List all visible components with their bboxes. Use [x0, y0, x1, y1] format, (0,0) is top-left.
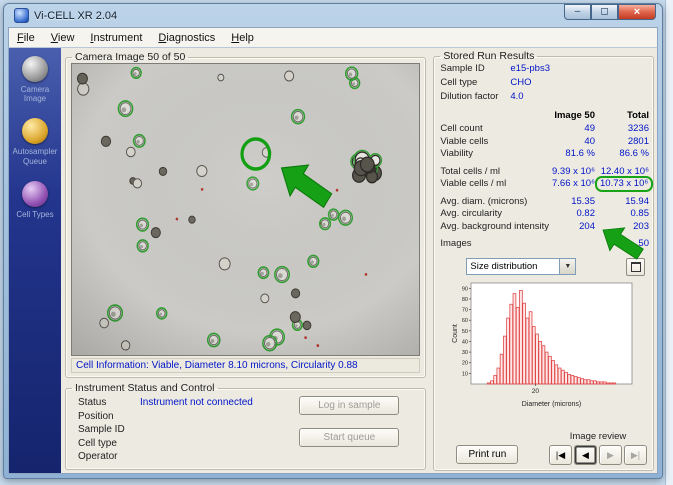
- svg-text:50: 50: [462, 328, 468, 334]
- column-header-total: Total: [595, 109, 649, 123]
- page-edge-strip: [665, 0, 673, 485]
- desktop: Vi-CELL XR 2.04 – ◻ × File View Instrume…: [0, 0, 673, 485]
- row-viable-cells-ml: Viable cells / ml 7.66 x 10⁶ 10.73 x 10⁶: [440, 178, 649, 191]
- sidebar-item-label: Cell Types: [16, 210, 53, 219]
- sidebar-item-label: Camera Image: [11, 85, 59, 103]
- menu-item-help[interactable]: Help: [223, 30, 262, 46]
- menu-item-instrument[interactable]: Instrument: [82, 30, 150, 46]
- svg-text:30: 30: [462, 350, 468, 356]
- menubar: File View Instrument Diagnostics Help: [8, 27, 658, 48]
- last-image-button[interactable]: ▶|: [624, 445, 647, 465]
- sidebar-item-autosampler-queue[interactable]: Autosampler Queue: [11, 118, 59, 165]
- field-operator: Operator: [78, 450, 289, 464]
- camera-group-title: Camera Image 50 of 50: [72, 51, 188, 63]
- row-viability: Viability 81.6 % 86.6 %: [440, 148, 649, 161]
- svg-text:90: 90: [462, 286, 468, 292]
- camera-image-group: Camera Image 50 of 50: [65, 51, 426, 378]
- sidebar-item-camera-image[interactable]: Camera Image: [11, 56, 59, 103]
- stored-run-results-group: Stored Run Results Sample ID e15-pbs3 Ce…: [433, 50, 654, 471]
- row-avg-circularity: Avg. circularity 0.82 0.85: [440, 208, 649, 221]
- instrument-fields: Status Instrument not connected Position…: [78, 396, 289, 464]
- close-button[interactable]: ×: [618, 4, 656, 20]
- svg-text:70: 70: [462, 307, 468, 313]
- image-review-block: Image review |◀ ◀ ▶ ▶|: [549, 431, 647, 465]
- row-avg-background-intensity: Avg. background intensity 204 203: [440, 221, 649, 234]
- cell-image-canvas[interactable]: [72, 64, 419, 355]
- instrument-group-title: Instrument Status and Control: [72, 382, 218, 394]
- detach-chart-button[interactable]: [626, 258, 645, 276]
- window-controls: – ◻ ×: [564, 4, 656, 20]
- histogram: 10 20 30 40 50 60 70 80 90 20 Diameter (microns) Co…: [451, 279, 637, 409]
- start-queue-button[interactable]: Start queue: [299, 428, 399, 447]
- minimize-button[interactable]: –: [564, 4, 591, 20]
- results-column-headers: Image 50 Total: [438, 109, 649, 123]
- titlebar: Vi-CELL XR 2.04 – ◻ ×: [8, 4, 658, 27]
- app-window: Vi-CELL XR 2.04 – ◻ × File View Instrume…: [3, 3, 663, 479]
- first-image-button[interactable]: |◀: [549, 445, 572, 465]
- content-area: Camera Image Autosampler Queue Cell Type…: [8, 48, 658, 474]
- field-status: Status Instrument not connected: [78, 396, 289, 410]
- y-axis-label: Count: [452, 324, 459, 343]
- microscopy-image[interactable]: [71, 63, 420, 356]
- main-column: Camera Image 50 of 50: [61, 48, 430, 473]
- chart-window-icon: [631, 262, 641, 272]
- previous-image-button[interactable]: ◀: [574, 445, 597, 465]
- image-review-label: Image review: [570, 431, 627, 442]
- x-tick-label: 20: [531, 388, 539, 395]
- row-avg-diam: Avg. diam. (microns) 15.35 15.94: [440, 196, 649, 209]
- highlighted-value: 10.73 x 10⁶: [595, 176, 653, 192]
- svg-text:10: 10: [462, 371, 468, 377]
- x-axis-label: Diameter (microns): [521, 401, 581, 408]
- app-icon: [14, 8, 29, 23]
- field-cell-type: Cell type: [78, 437, 289, 451]
- status-value: Instrument not connected: [140, 396, 253, 410]
- result-sample-id: Sample ID e15-pbs3: [440, 62, 649, 76]
- svg-text:20: 20: [462, 360, 468, 366]
- result-dilution-factor: Dilution factor 4.0: [440, 90, 649, 104]
- next-image-button[interactable]: ▶: [599, 445, 622, 465]
- svg-text:40: 40: [462, 339, 468, 345]
- svg-text:80: 80: [462, 296, 468, 302]
- sidebar: Camera Image Autosampler Queue Cell Type…: [9, 48, 61, 473]
- row-cell-count: Cell count 49 3236: [440, 123, 649, 136]
- results-group-title: Stored Run Results: [440, 50, 537, 62]
- autosampler-queue-icon: [22, 118, 48, 144]
- sidebar-item-cell-types[interactable]: Cell Types: [11, 181, 59, 219]
- row-images: Images 50: [440, 238, 649, 251]
- print-run-button[interactable]: Print run: [456, 445, 518, 464]
- size-distribution-dropdown[interactable]: Size distribution ▼: [466, 258, 576, 275]
- camera-image-icon: [22, 56, 48, 82]
- menu-item-file[interactable]: File: [9, 30, 43, 46]
- result-cell-type: Cell type CHO: [440, 76, 649, 90]
- size-distribution-chart: 10 20 30 40 50 60 70 80 90 20 Diameter (microns) Co…: [451, 279, 637, 412]
- cell-types-icon: [22, 181, 48, 207]
- instrument-status-group: Instrument Status and Control Status Ins…: [65, 382, 426, 470]
- menu-item-diagnostics[interactable]: Diagnostics: [150, 30, 223, 46]
- field-position: Position: [78, 410, 289, 424]
- results-bottom-controls: Print run Image review |◀ ◀ ▶ ▶|: [438, 431, 649, 467]
- column-header-image: Image 50: [549, 109, 595, 123]
- chevron-down-icon[interactable]: ▼: [559, 259, 575, 274]
- svg-text:60: 60: [462, 318, 468, 324]
- row-viable-cells: Viable cells 40 2801: [440, 136, 649, 149]
- menu-item-view[interactable]: View: [43, 30, 83, 46]
- log-in-sample-button[interactable]: Log in sample: [299, 396, 399, 415]
- field-sample-id: Sample ID: [78, 423, 289, 437]
- window-title: Vi-CELL XR 2.04: [34, 10, 117, 22]
- sidebar-item-label: Autosampler Queue: [11, 147, 59, 165]
- distribution-row: Size distribution ▼: [466, 258, 647, 276]
- cell-info-bar: Cell Information: Viable, Diameter 8.10 …: [71, 358, 420, 373]
- maximize-button[interactable]: ◻: [591, 4, 618, 20]
